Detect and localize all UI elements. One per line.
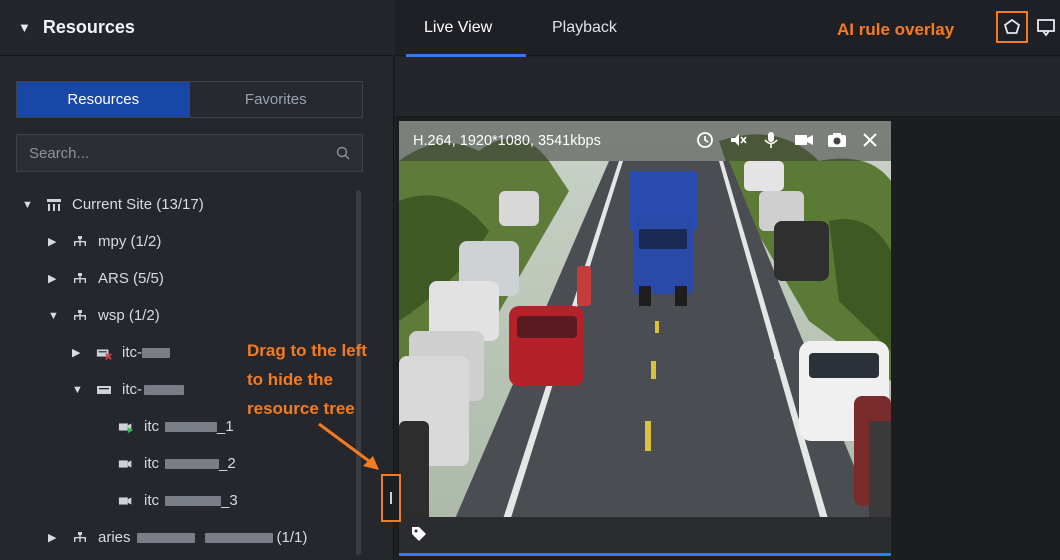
tab-playback[interactable]: Playback <box>552 0 617 56</box>
redacted-text <box>204 532 273 543</box>
selected-pane-indicator <box>399 553 891 556</box>
org-unit-icon <box>72 308 88 324</box>
site-icon <box>46 197 62 213</box>
drag-grip-icon <box>390 492 392 504</box>
search-icon[interactable] <box>336 146 350 160</box>
redacted-text <box>165 495 221 506</box>
search-box <box>16 134 363 172</box>
annotation-ai-rule: AI rule overlay <box>837 20 955 39</box>
redacted-text <box>144 384 184 395</box>
snapshot-icon[interactable] <box>826 129 848 151</box>
tree-node-mpy[interactable]: ▶ mpy (1/2) <box>0 223 360 260</box>
tree-node-label: ARS (5/5) <box>98 270 164 287</box>
video-bottom-bar <box>399 517 891 553</box>
collapsed-triangle-icon[interactable]: ▶ <box>48 272 60 285</box>
camera-icon <box>118 456 134 472</box>
ai-rule-overlay-button[interactable] <box>996 11 1028 43</box>
tree-node-label: wsp (1/2) <box>98 307 160 324</box>
org-unit-icon <box>72 530 88 546</box>
device-offline-icon <box>96 345 112 361</box>
annotation-arrow-icon <box>318 422 379 470</box>
collapsed-triangle-icon[interactable]: ▶ <box>48 235 60 248</box>
replay-icon[interactable] <box>694 129 716 151</box>
tree-node-label: itc- <box>122 344 142 361</box>
microphone-icon[interactable] <box>760 129 782 151</box>
camera-icon <box>118 493 134 509</box>
mute-icon[interactable] <box>727 129 749 151</box>
org-unit-icon <box>72 271 88 287</box>
expanded-triangle-icon[interactable]: ▼ <box>72 384 84 396</box>
redacted-text <box>165 421 217 432</box>
redacted-text <box>142 347 170 358</box>
device-icon <box>96 382 112 398</box>
channel-suffix: _3 <box>221 492 238 509</box>
tree-node-label: mpy (1/2) <box>98 233 162 250</box>
channel-suffix: _1 <box>217 418 234 435</box>
camera-live-icon <box>118 419 134 435</box>
tree-node-label: itc- <box>122 381 142 398</box>
tree-node-label: itc <box>144 492 159 509</box>
app: ▼ Resources Resources Favorites ▼ Curren… <box>0 0 1060 560</box>
expanded-triangle-icon[interactable]: ▼ <box>48 310 60 322</box>
tag-icon[interactable] <box>411 526 427 547</box>
tab-live-view[interactable]: Live View <box>424 0 492 56</box>
org-unit-icon <box>72 234 88 250</box>
tree-node-label: itc <box>144 418 159 435</box>
tree-node-channel-2[interactable]: itc _2 <box>0 445 360 482</box>
resources-tab-button[interactable]: Resources <box>17 82 190 117</box>
tree-node-label: aries <box>98 529 131 546</box>
resources-favorites-toggle: Resources Favorites <box>16 81 363 118</box>
search-input[interactable] <box>29 144 336 162</box>
tree-node-count: (1/1) <box>276 529 308 546</box>
view-tabs-bar: Live View Playback <box>396 0 1060 56</box>
collapsed-triangle-icon[interactable]: ▶ <box>48 531 60 544</box>
resource-panel: ▼ Resources Resources Favorites ▼ Curren… <box>0 0 394 560</box>
tree-node-label: itc <box>144 455 159 472</box>
tree-node-label: Current Site (13/17) <box>72 196 204 213</box>
tree-node-wsp[interactable]: ▼ wsp (1/2) <box>0 297 360 334</box>
channel-suffix: _2 <box>219 455 236 472</box>
tree-node-current-site[interactable]: ▼ Current Site (13/17) <box>0 186 360 223</box>
favorites-tab-button[interactable]: Favorites <box>189 82 362 117</box>
tree-scrollbar[interactable] <box>356 190 361 555</box>
live-video-pane[interactable]: H.264, 1920*1080, 3541kbps <box>399 121 891 556</box>
stream-info: H.264, 1920*1080, 3541kbps <box>413 133 601 149</box>
annotation-drag-line-1: Drag to the left <box>247 341 367 360</box>
live-view-toolbar <box>396 57 1060 117</box>
tree-node-aries[interactable]: ▶ aries (1/1) <box>0 519 360 556</box>
annotation-drag-line-3: resource tree <box>247 399 355 418</box>
video-info-bar: H.264, 1920*1080, 3541kbps <box>399 121 891 161</box>
record-icon[interactable] <box>793 129 815 151</box>
video-controls <box>694 129 881 151</box>
collapse-caret-icon[interactable]: ▼ <box>18 20 31 35</box>
redacted-text <box>136 532 195 543</box>
panel-drag-handle[interactable] <box>381 474 401 522</box>
expanded-triangle-icon[interactable]: ▼ <box>22 199 34 211</box>
collapsed-triangle-icon[interactable]: ▶ <box>72 346 84 359</box>
annotation-drag-line-2: to hide the <box>247 370 333 389</box>
street-scene-image <box>399 121 891 556</box>
tree-node-channel-3[interactable]: itc _3 <box>0 482 360 519</box>
redacted-text <box>165 458 219 469</box>
tree-node-ars[interactable]: ▶ ARS (5/5) <box>0 260 360 297</box>
pentagon-icon <box>1003 18 1021 34</box>
overlay-toggle-icon[interactable] <box>1036 17 1060 39</box>
resource-panel-title: Resources <box>42 17 135 37</box>
close-icon[interactable] <box>859 129 881 151</box>
resource-panel-header[interactable]: ▼ Resources <box>0 0 394 56</box>
